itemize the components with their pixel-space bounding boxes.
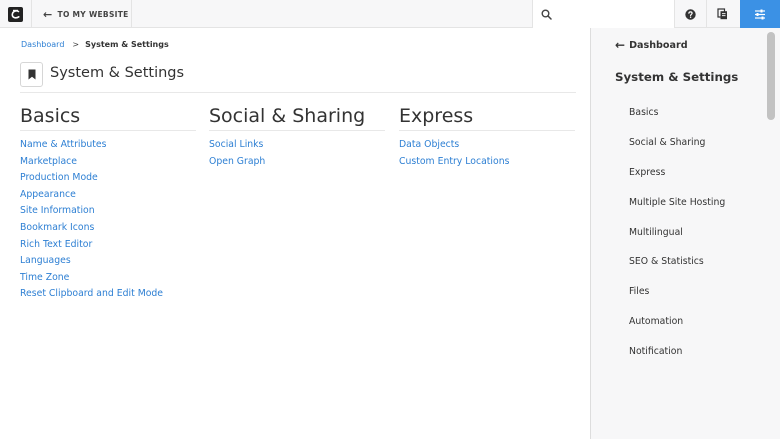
section-basics: Basics Name & Attributes Marketplace Pro… <box>20 105 196 303</box>
link-production-mode[interactable]: Production Mode <box>20 170 196 187</box>
settings-panel-button[interactable] <box>740 0 780 28</box>
breadcrumb-separator: > <box>72 40 80 49</box>
link-languages[interactable]: Languages <box>20 253 196 270</box>
link-custom-entry-locations[interactable]: Custom Entry Locations <box>399 154 575 171</box>
bookmark-icon <box>28 69 35 80</box>
side-panel-title: System & Settings <box>615 70 739 84</box>
link-time-zone[interactable]: Time Zone <box>20 270 196 287</box>
sliders-icon <box>755 9 765 19</box>
search-icon <box>541 9 552 20</box>
section-express: Express Data Objects Custom Entry Locati… <box>399 105 575 170</box>
bookmark-button[interactable] <box>20 62 43 87</box>
side-item-seo-statistics[interactable]: SEO & Statistics <box>629 254 725 284</box>
side-item-multilingual[interactable]: Multilingual <box>629 225 725 255</box>
help-button[interactable] <box>674 0 706 28</box>
breadcrumb: Dashboard > System & Settings <box>21 40 169 49</box>
side-item-multiple-site-hosting[interactable]: Multiple Site Hosting <box>629 195 725 225</box>
search-input[interactable] <box>532 0 674 28</box>
back-to-website-label: TO MY WEBSITE <box>57 9 129 19</box>
link-list: Data Objects Custom Entry Locations <box>399 137 575 170</box>
back-to-website-button[interactable]: ← TO MY WEBSITE <box>33 0 132 28</box>
side-item-basics[interactable]: Basics <box>629 105 725 135</box>
page-header: System & Settings <box>20 62 576 93</box>
side-item-express[interactable]: Express <box>629 165 725 195</box>
link-data-objects[interactable]: Data Objects <box>399 137 575 154</box>
side-item-notification[interactable]: Notification <box>629 344 725 374</box>
link-appearance[interactable]: Appearance <box>20 187 196 204</box>
link-social-links[interactable]: Social Links <box>209 137 385 154</box>
side-panel-scrollbar[interactable] <box>767 32 775 120</box>
link-rich-text-editor[interactable]: Rich Text Editor <box>20 237 196 254</box>
link-reset-clipboard[interactable]: Reset Clipboard and Edit Mode <box>20 286 196 303</box>
breadcrumb-dashboard-link[interactable]: Dashboard <box>21 40 64 49</box>
breadcrumb-current: System & Settings <box>85 40 169 49</box>
top-toolbar: ← TO MY WEBSITE <box>0 0 780 28</box>
dashboard-side-panel: ← Dashboard System & Settings Basics Soc… <box>590 28 780 439</box>
page-actions-button[interactable] <box>706 0 738 28</box>
page-stack-icon <box>717 8 727 20</box>
link-list: Social Links Open Graph <box>209 137 385 170</box>
concrete-cms-logo-icon[interactable] <box>0 0 32 28</box>
link-bookmark-icons[interactable]: Bookmark Icons <box>20 220 196 237</box>
arrow-left-icon: ← <box>615 38 626 52</box>
link-list: Name & Attributes Marketplace Production… <box>20 137 196 303</box>
side-back-label: Dashboard <box>629 39 688 51</box>
help-icon <box>685 8 696 20</box>
side-back-dashboard-link[interactable]: ← Dashboard <box>615 38 688 52</box>
link-site-information[interactable]: Site Information <box>20 203 196 220</box>
side-item-files[interactable]: Files <box>629 284 725 314</box>
arrow-left-icon: ← <box>43 7 53 21</box>
side-menu: Basics Social & Sharing Express Multiple… <box>629 105 725 374</box>
section-title: Express <box>399 105 575 131</box>
section-title: Social & Sharing <box>209 105 385 131</box>
side-item-social-sharing[interactable]: Social & Sharing <box>629 135 725 165</box>
page-title: System & Settings <box>50 65 185 81</box>
section-title: Basics <box>20 105 196 131</box>
section-social-sharing: Social & Sharing Social Links Open Graph <box>209 105 385 170</box>
link-open-graph[interactable]: Open Graph <box>209 154 385 171</box>
side-item-automation[interactable]: Automation <box>629 314 725 344</box>
link-marketplace[interactable]: Marketplace <box>20 154 196 171</box>
link-name-attributes[interactable]: Name & Attributes <box>20 137 196 154</box>
logo-mark <box>8 6 23 22</box>
